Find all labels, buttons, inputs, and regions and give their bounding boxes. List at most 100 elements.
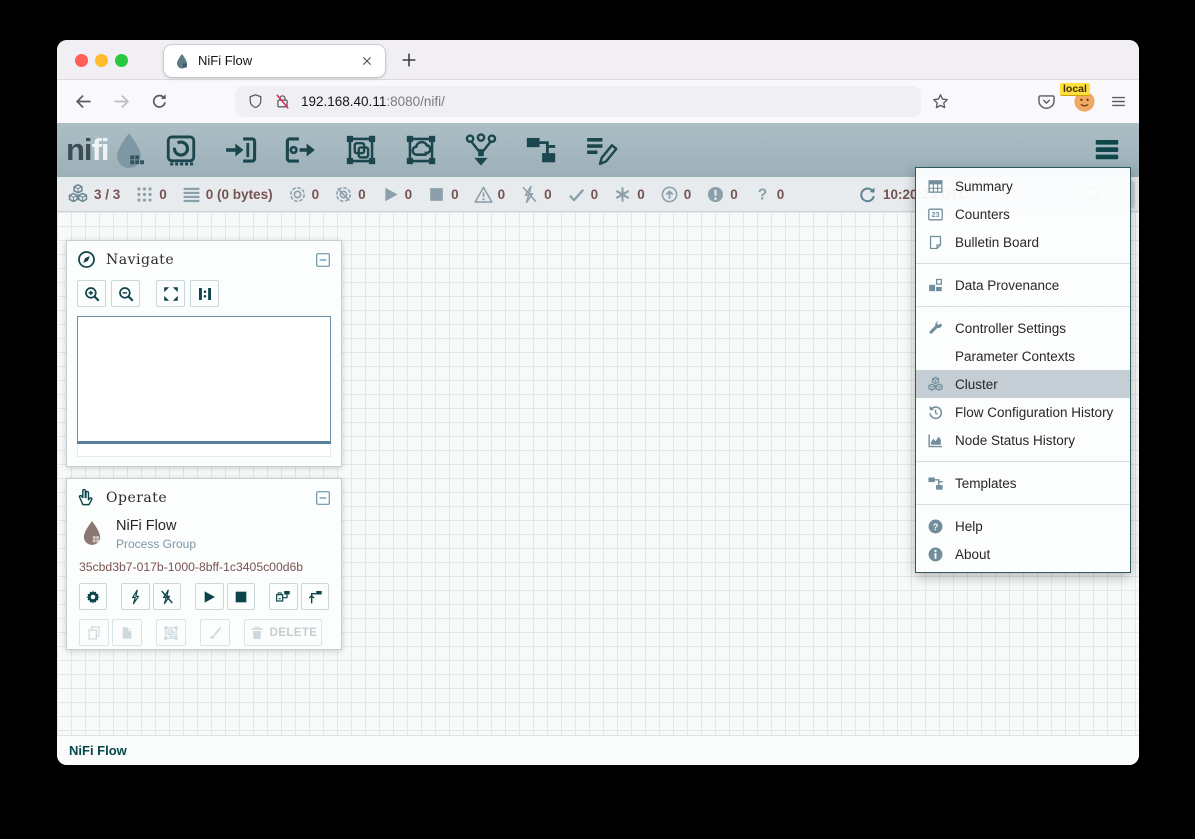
one-to-one-icon [196,285,214,303]
enable-button[interactable] [121,583,149,610]
paste-button [112,619,142,646]
zoom-in-icon [83,285,101,303]
copy-button [79,619,109,646]
status-disabled: 0 [520,185,552,204]
status-stopped: 0 [427,185,459,204]
nifi-logo: nifi [66,130,148,170]
svg-text:23: 23 [932,211,940,219]
process-group-icon[interactable] [344,133,378,167]
menu-item-help[interactable]: ?Help [916,512,1130,540]
collapse-minus-icon[interactable] [315,252,331,268]
paste-icon [119,625,135,641]
menu-item-bulletin-board[interactable]: Bulletin Board [916,228,1130,256]
start-button[interactable] [195,583,223,610]
menu-item-controller-settings[interactable]: Controller Settings [916,314,1130,342]
flow-history-icon [927,404,944,421]
menu-item-node-status-history[interactable]: Node Status History [916,426,1130,454]
stop-icon [233,589,249,605]
menu-item-summary[interactable]: Summary [916,172,1130,200]
operate-header: Operate [67,479,341,512]
hand-icon [77,488,96,507]
nifi-global-menu-button[interactable] [1088,136,1126,163]
configure-button[interactable] [79,583,107,610]
bookmark-star-icon[interactable] [931,92,950,111]
funnel-icon[interactable] [464,133,498,167]
menu-item-about[interactable]: About [916,540,1130,568]
menu-item-templates[interactable]: Templates [916,469,1130,497]
zoom-actual-button[interactable] [190,280,219,307]
invalid-warning-icon [474,185,493,204]
status-locally-modified-stale: 0 [706,185,738,204]
menu-item-data-provenance[interactable]: Data Provenance [916,271,1130,299]
no-icon [927,348,944,365]
browser-window: NiFi Flow 192.168.40.11:8080/nifi/ local [57,40,1139,765]
insecure-lock-icon[interactable] [274,93,291,110]
birdseye-view[interactable] [77,316,331,444]
nifi-logo-text-ni: ni [66,132,92,168]
zoom-fit-button[interactable] [156,280,185,307]
pocket-icon[interactable] [1037,92,1056,111]
shield-icon[interactable] [247,93,264,110]
templates-icon [927,475,944,492]
url-path: :8080/nifi/ [386,94,445,109]
operate-buttons-row2: DELETE [79,619,329,646]
address-bar[interactable]: 192.168.40.11:8080/nifi/ [235,86,921,117]
close-tab-icon[interactable] [359,53,375,69]
not-transmitting-icon [334,185,353,204]
navigate-title: Navigate [106,252,315,268]
menu-divider [916,263,1130,264]
nifi-logo-text-fi: fi [92,132,109,168]
new-tab-button[interactable] [398,49,420,71]
template-icon[interactable] [524,133,558,167]
processor-icon[interactable] [164,133,198,167]
group-icon [163,625,179,641]
back-icon[interactable] [74,92,93,111]
browser-tab[interactable]: NiFi Flow [164,45,385,77]
threads-icon [135,185,154,204]
menu-item-counters[interactable]: 23Counters [916,200,1130,228]
breadcrumb[interactable]: NiFi Flow [57,735,1139,765]
label-icon[interactable] [584,133,618,167]
zoom-in-button[interactable] [77,280,106,307]
input-port-icon[interactable] [224,133,258,167]
node-status-chart-icon [927,432,944,449]
refresh-icon[interactable] [858,185,877,204]
compass-icon [77,250,96,269]
flow-name: NiFi Flow [116,516,196,534]
output-port-icon[interactable] [284,133,318,167]
window-close-button[interactable] [75,54,88,67]
menu-item-parameter-contexts[interactable]: Parameter Contexts [916,342,1130,370]
draggable-components [164,133,618,167]
window-minimize-button[interactable] [95,54,108,67]
selected-component: NiFi Flow Process Group [79,516,329,551]
nifi-logo-drop-icon [110,130,148,170]
save-template-button[interactable] [269,583,297,610]
menu-divider [916,306,1130,307]
status-locally-modified: 0 [613,185,645,204]
zoom-out-icon [117,285,135,303]
fit-icon [162,285,180,303]
status-running: 0 [381,185,413,204]
window-zoom-button[interactable] [115,54,128,67]
cluster-icon [927,376,944,393]
firefox-menu-icon[interactable] [1109,92,1128,111]
save-template-icon [275,589,291,605]
disable-button[interactable] [153,583,181,610]
flow-type: Process Group [116,537,196,551]
menu-item-flow-configuration-history[interactable]: Flow Configuration History [916,398,1130,426]
upload-template-button[interactable] [301,583,329,610]
remote-process-group-icon[interactable] [404,133,438,167]
menu-item-cluster[interactable]: Cluster [916,370,1130,398]
svg-text:?: ? [757,186,767,203]
exclamation-circle-icon [706,185,725,204]
collapse-minus-icon[interactable] [315,490,331,506]
status-invalid: 0 [474,185,506,204]
transmitting-icon [288,185,307,204]
tab-title: NiFi Flow [198,53,359,68]
stop-button[interactable] [227,583,255,610]
nifi-global-menu: Summary 23Counters Bulletin Board Data P… [915,167,1131,573]
reload-icon[interactable] [150,92,169,111]
question-icon: ? [753,185,772,204]
zoom-out-button[interactable] [111,280,140,307]
bolt-off-icon [159,589,175,605]
